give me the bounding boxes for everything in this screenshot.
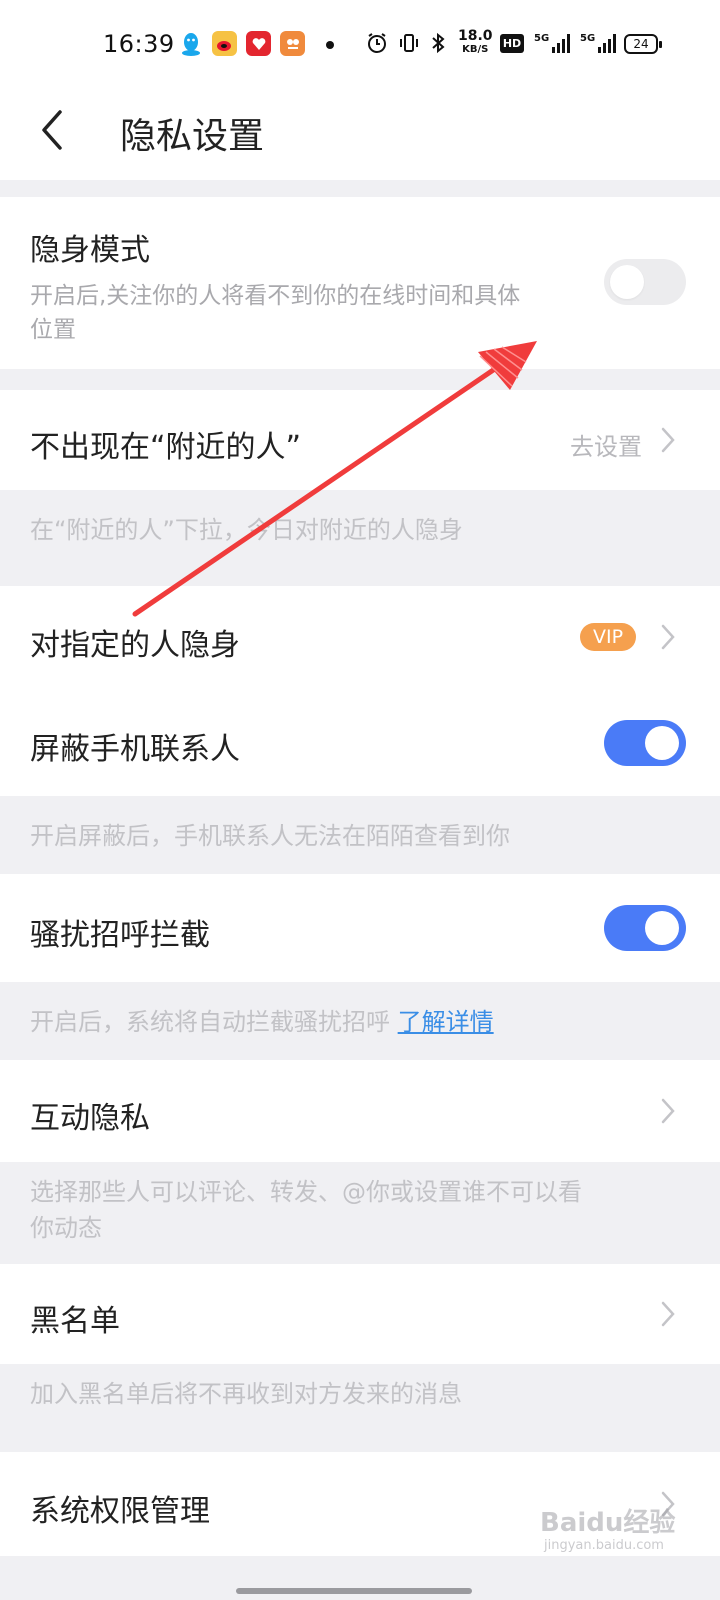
block-contacts-hint: 开启屏蔽后，手机联系人无法在陌陌查看到你 [30,822,510,850]
stealth-mode-title: 隐身模式 [30,233,150,268]
weibo-icon [212,31,237,56]
privacy-settings-screen: 16:39 18.0 KB/S HD 5G 5G 24 隐私设置 隐身模式 开启… [0,0,720,1600]
block-contacts-toggle[interactable] [604,720,686,766]
chevron-right-icon [660,1300,676,1328]
harass-block-row[interactable]: 骚扰招呼拦截 [0,874,720,982]
stealth-mode-desc-line2: 位置 [30,317,76,343]
stealth-mode-row[interactable]: 隐身模式 开启后,关注你的人将看不到你的在线时间和具体 位置 [0,197,720,369]
block-contacts-title: 屏蔽手机联系人 [30,732,240,767]
harass-block-hint: 开启后，系统将自动拦截骚扰招呼 了解详情 [30,1004,494,1040]
interaction-privacy-title: 互动隐私 [30,1101,150,1136]
5g-signal-icon: 5G [534,29,574,57]
stealth-mode-toggle[interactable] [604,259,686,305]
baidu-watermark: Baidu经验 [540,1508,676,1538]
svg-text:5G: 5G [534,33,549,44]
harass-block-toggle[interactable] [604,905,686,951]
back-icon[interactable] [38,108,68,152]
specific-people-title: 对指定的人隐身 [30,628,240,663]
baidu-watermark-url: jingyan.baidu.com [544,1538,664,1553]
interaction-privacy-hint-line2: 你动态 [30,1214,102,1242]
toggle-knob [645,726,679,760]
svg-text:5G: 5G [580,33,595,44]
vibrate-icon [398,29,420,57]
blacklist-title: 黑名单 [30,1304,120,1339]
nearby-people-action[interactable]: 去设置 [570,427,642,462]
learn-more-link[interactable]: 了解详情 [398,1008,494,1036]
blacklist-row[interactable]: 黑名单 [0,1264,720,1364]
toggle-knob [610,265,644,299]
orange-app-icon [280,31,305,56]
stealth-mode-desc-line1: 开启后,关注你的人将看不到你的在线时间和具体 [30,283,521,309]
nearby-people-title: 不出现在“附近的人” [30,430,302,465]
chevron-right-icon [660,426,676,454]
bluetooth-icon [430,29,446,57]
status-time: 16:39 [103,30,175,58]
hd-voice-icon: HD [500,34,524,53]
qq-icon [178,31,203,56]
home-indicator[interactable] [236,1588,472,1594]
status-bar: 16:39 18.0 KB/S HD 5G 5G 24 [0,0,720,92]
network-speed-value: 18.0 [458,28,493,44]
network-speed: 18.0 KB/S [458,28,493,56]
alarm-icon [366,29,388,57]
nav-header: 隐私设置 [0,92,720,180]
interaction-privacy-hint-line1: 选择那些人可以评论、转发、@你或设置谁不可以看 [30,1178,582,1206]
system-permissions-title: 系统权限管理 [30,1494,210,1529]
block-contacts-row[interactable]: 屏蔽手机联系人 [0,690,720,796]
chevron-right-icon [660,623,676,651]
nearby-people-row[interactable]: 不出现在“附近的人” 去设置 [0,390,720,490]
toggle-knob [645,911,679,945]
vip-badge: VIP [580,623,636,651]
notification-dot [326,41,334,49]
red-app-icon [246,31,271,56]
5g-signal-icon: 5G [580,29,620,57]
harass-block-title: 骚扰招呼拦截 [30,918,210,953]
interaction-privacy-row[interactable]: 互动隐私 [0,1060,720,1162]
page-title: 隐私设置 [120,116,265,157]
harass-block-hint-text: 开启后，系统将自动拦截骚扰招呼 [30,1008,390,1036]
nearby-people-hint: 在“附近的人”下拉，今日对附近的人隐身 [30,516,463,544]
network-speed-unit: KB/S [462,44,489,55]
battery-icon: 24 [624,34,662,54]
chevron-right-icon [660,1097,676,1125]
specific-contacts-card: 对指定的人隐身 VIP 屏蔽手机联系人 [0,586,720,796]
blacklist-hint: 加入黑名单后将不再收到对方发来的消息 [30,1380,462,1408]
specific-people-row[interactable]: 对指定的人隐身 VIP [0,586,720,690]
